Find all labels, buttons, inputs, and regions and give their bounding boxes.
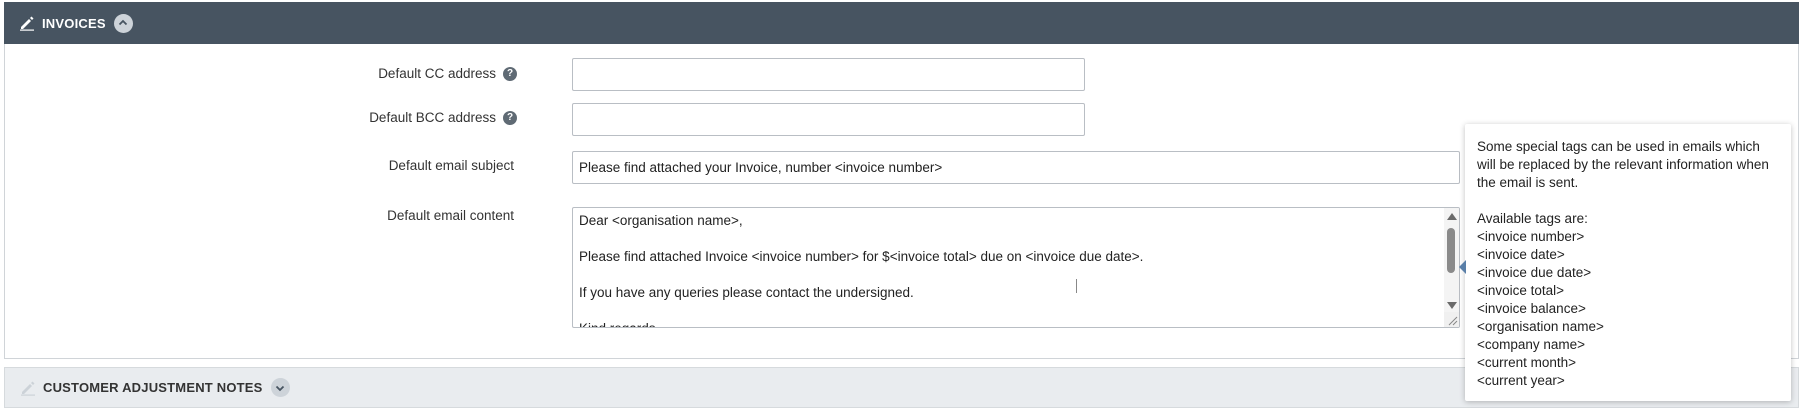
tooltip-arrow (1459, 260, 1466, 274)
chevron-up-icon[interactable] (113, 13, 133, 33)
tooltip-tags-heading: Available tags are: (1477, 211, 1588, 226)
pencil-icon (18, 14, 36, 32)
tooltip-tag: <current year> (1477, 373, 1565, 388)
content-label-row: Default email content (387, 208, 514, 223)
bcc-address-input[interactable] (572, 103, 1085, 136)
textarea-scrollbar[interactable] (1444, 208, 1459, 313)
cc-address-input[interactable] (572, 58, 1085, 91)
question-circle-icon[interactable]: ? (503, 110, 517, 125)
question-circle-icon[interactable]: ? (503, 66, 517, 81)
chevron-down-icon[interactable] (270, 378, 290, 397)
scrollbar-thumb[interactable] (1447, 228, 1455, 273)
bcc-label-row: Default BCC address ? (369, 110, 517, 125)
subject-label: Default email subject (388, 158, 514, 173)
text-cursor-icon (1076, 279, 1077, 293)
tooltip-tag: <invoice balance> (1477, 301, 1586, 316)
email-content-text[interactable]: Dear <organisation name>, Please find at… (573, 208, 1459, 327)
tooltip-tag: <invoice total> (1477, 283, 1565, 298)
resize-grip-icon[interactable] (1444, 312, 1459, 327)
invoices-panel-header[interactable]: INVOICES (4, 2, 1799, 44)
tags-tooltip: Some special tags can be used in emails … (1465, 124, 1791, 401)
pencil-icon (19, 379, 37, 397)
scroll-down-icon[interactable] (1447, 302, 1457, 309)
tooltip-tag: <invoice due date> (1477, 265, 1592, 280)
email-subject-input[interactable] (572, 151, 1460, 184)
scroll-up-icon[interactable] (1447, 213, 1457, 220)
tooltip-intro: Some special tags can be used in emails … (1477, 139, 1769, 190)
content-label: Default email content (387, 208, 514, 223)
invoices-panel-title: INVOICES (42, 15, 106, 31)
cc-label: Default CC address (378, 66, 496, 81)
tooltip-tag: <current month> (1477, 355, 1577, 370)
tooltip-tag: <invoice number> (1477, 229, 1585, 244)
tooltip-tag: <organisation name> (1477, 319, 1604, 334)
cc-label-row: Default CC address ? (378, 66, 517, 81)
tooltip-tag: <invoice date> (1477, 247, 1565, 262)
bcc-label: Default BCC address (369, 110, 496, 125)
email-content-textarea[interactable]: Dear <organisation name>, Please find at… (572, 207, 1460, 328)
tooltip-tag: <company name> (1477, 337, 1586, 352)
adjustment-notes-panel-title: CUSTOMER ADJUSTMENT NOTES (43, 380, 263, 395)
subject-label-row: Default email subject (389, 158, 514, 173)
